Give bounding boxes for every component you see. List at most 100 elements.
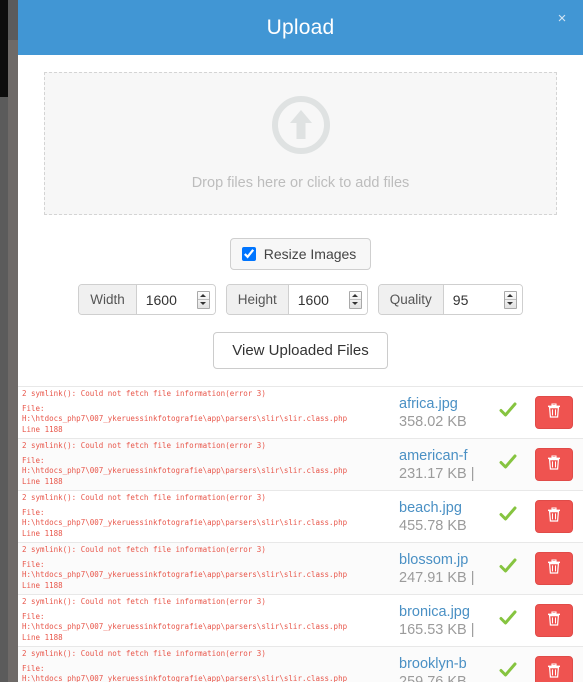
upload-status — [491, 387, 525, 438]
file-size-label: 165.53 KB | — [399, 621, 475, 638]
dropzone-label: Drop files here or click to add files — [191, 175, 410, 191]
table-row: 2 symlink(): Could not fetch file inform… — [18, 595, 583, 647]
modal-header: Upload × — [18, 0, 583, 55]
trash-icon — [547, 663, 561, 682]
close-icon[interactable]: × — [553, 10, 571, 28]
file-name-link[interactable]: beach.jpg — [399, 499, 489, 517]
quality-stepper-down[interactable] — [505, 300, 516, 308]
quality-stepper[interactable] — [503, 290, 517, 309]
delete-file-button[interactable] — [535, 396, 573, 429]
delete-cell — [525, 491, 583, 542]
error-line: File: — [22, 663, 45, 673]
height-stepper[interactable] — [348, 290, 362, 309]
error-line: 2 symlink(): Could not fetch file inform… — [22, 389, 266, 398]
error-line: H:\htdocs_php7\007_ykeruessinkfotografie… — [22, 414, 348, 423]
file-size-label: 247.91 KB | — [399, 569, 475, 586]
table-row: 2 symlink(): Could not fetch file inform… — [18, 439, 583, 491]
quality-input-group: Quality — [377, 284, 523, 315]
check-icon — [498, 452, 518, 477]
file-name-link[interactable]: africa.jpg — [399, 395, 489, 413]
error-line: H:\htdocs_php7\007_ykeruessinkfotografie… — [22, 466, 348, 475]
trash-icon — [547, 507, 561, 526]
background-strip-dark — [0, 0, 8, 97]
error-line: 2 symlink(): Could not fetch file inform… — [22, 493, 266, 502]
quality-input[interactable] — [452, 285, 497, 314]
resize-images-toggle[interactable]: Resize Images — [229, 238, 372, 270]
quality-stepper-up[interactable] — [504, 292, 516, 300]
file-info: brooklyn-b 259.76 KB — [399, 647, 491, 682]
file-name-link[interactable]: american-f — [399, 447, 489, 465]
error-line: File: — [22, 507, 45, 517]
upload-modal: Upload × Drop files here or click to add… — [18, 0, 583, 682]
file-size-label: 259.76 KB — [399, 673, 467, 682]
width-stepper[interactable] — [196, 290, 210, 309]
delete-file-button[interactable] — [535, 604, 573, 637]
check-icon — [498, 556, 518, 581]
delete-file-button[interactable] — [535, 552, 573, 585]
table-row: 2 symlink(): Could not fetch file inform… — [18, 491, 583, 543]
height-stepper-up[interactable] — [349, 292, 361, 300]
upload-circle-icon — [271, 96, 330, 159]
file-error-message: 2 symlink(): Could not fetch file inform… — [18, 491, 399, 542]
dimensions-row: Width Height — [18, 284, 583, 315]
view-uploaded-files-button[interactable]: View Uploaded Files — [213, 332, 388, 369]
file-error-message: 2 symlink(): Could not fetch file inform… — [18, 595, 399, 646]
height-input-group: Height — [225, 284, 368, 315]
background-strip-secondary — [8, 40, 18, 682]
file-name-link[interactable]: brooklyn-b — [399, 655, 489, 673]
upload-status — [491, 647, 525, 682]
file-info: bronica.jpg 165.53 KB | — [399, 595, 491, 646]
view-files-row: View Uploaded Files — [18, 332, 583, 369]
width-field-wrap — [136, 285, 215, 314]
file-info: blossom.jp 247.91 KB | — [399, 543, 491, 594]
delete-cell — [525, 387, 583, 438]
file-dropzone[interactable]: Drop files here or click to add files — [44, 72, 557, 215]
width-stepper-down[interactable] — [198, 300, 209, 308]
resize-images-label: Resize Images — [263, 246, 357, 262]
height-stepper-down[interactable] — [350, 300, 361, 308]
error-line: Line 1188 — [22, 632, 63, 642]
file-error-message: 2 symlink(): Could not fetch file inform… — [18, 439, 399, 490]
error-line: Line 1188 — [22, 580, 63, 590]
trash-icon — [547, 611, 561, 630]
width-stepper-up[interactable] — [197, 292, 209, 300]
upload-status — [491, 491, 525, 542]
file-info: beach.jpg 455.78 KB — [399, 491, 491, 542]
upload-status — [491, 439, 525, 490]
check-icon — [498, 660, 518, 682]
height-input[interactable] — [297, 285, 342, 314]
error-line: H:\htdocs_php7\007_ykeruessinkfotografie… — [22, 622, 348, 631]
file-size-label: 231.17 KB | — [399, 465, 475, 482]
dropzone-wrapper: Drop files here or click to add files — [18, 55, 583, 215]
delete-file-button[interactable] — [535, 448, 573, 481]
upload-modal-page: Upload × Drop files here or click to add… — [0, 0, 583, 682]
file-info: africa.jpg 358.02 KB — [399, 387, 491, 438]
error-line: File: — [22, 403, 45, 413]
trash-icon — [547, 455, 561, 474]
file-name-link[interactable]: blossom.jp — [399, 551, 489, 569]
resize-row: Resize Images — [18, 238, 583, 270]
resize-images-checkbox[interactable] — [241, 247, 256, 261]
height-field-wrap — [288, 285, 367, 314]
quality-label: Quality — [378, 285, 444, 314]
error-line: H:\htdocs_php7\007_ykeruessinkfotografie… — [22, 674, 348, 682]
error-line: Line 1188 — [22, 424, 63, 434]
width-input[interactable] — [145, 285, 190, 314]
error-line: 2 symlink(): Could not fetch file inform… — [22, 441, 266, 450]
delete-file-button[interactable] — [535, 656, 573, 682]
file-size-label: 358.02 KB — [399, 413, 467, 430]
error-line: Line 1188 — [22, 476, 63, 486]
check-icon — [498, 608, 518, 633]
delete-cell — [525, 543, 583, 594]
upload-status — [491, 543, 525, 594]
file-info: american-f 231.17 KB | — [399, 439, 491, 490]
error-line: Line 1188 — [22, 528, 63, 538]
table-row: 2 symlink(): Could not fetch file inform… — [18, 387, 583, 439]
delete-file-button[interactable] — [535, 500, 573, 533]
height-label: Height — [226, 285, 289, 314]
error-line: 2 symlink(): Could not fetch file inform… — [22, 545, 266, 554]
file-error-message: 2 symlink(): Could not fetch file inform… — [18, 543, 399, 594]
error-line: File: — [22, 455, 45, 465]
file-name-link[interactable]: bronica.jpg — [399, 603, 489, 621]
width-input-group: Width — [78, 284, 216, 315]
